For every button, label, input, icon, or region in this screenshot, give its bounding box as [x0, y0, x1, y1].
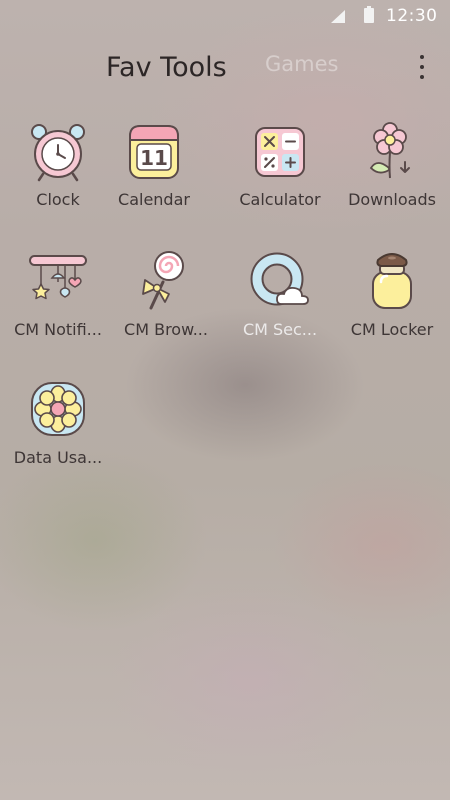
clock-icon: [31, 124, 85, 182]
lollipop-icon: [142, 251, 184, 310]
status-time: 12:30: [386, 6, 438, 26]
mobile-icon: [29, 255, 87, 300]
app-calendar[interactable]: 11 Calendar: [98, 118, 210, 209]
app-cm-brow[interactable]: CM Brow...: [110, 248, 222, 339]
app-calculator[interactable]: Calculator: [224, 118, 336, 209]
app-label: Calendar: [118, 190, 190, 209]
app-data-usa[interactable]: Data Usa...: [2, 376, 114, 467]
app-cm-locker[interactable]: CM Locker: [336, 248, 448, 339]
app-label: Data Usa...: [13, 448, 103, 467]
tab-fav-tools[interactable]: Fav Tools: [106, 52, 227, 83]
app-label: Downloads: [348, 190, 436, 209]
app-label: Calculator: [239, 190, 321, 209]
battery-icon: [364, 6, 374, 23]
status-bar: 12:30: [0, 0, 450, 32]
calendar-icon: 11: [129, 125, 179, 179]
folder-header: Fav Tools Games: [0, 40, 450, 100]
daisy-icon: [31, 382, 85, 436]
tab-games[interactable]: Games: [265, 52, 338, 76]
flower-icon: [369, 122, 410, 179]
app-label: CM Brow...: [124, 320, 208, 339]
jar-icon: [372, 253, 412, 309]
app-cm-notifi[interactable]: CM Notifi...: [2, 248, 114, 339]
app-label: CM Locker: [350, 320, 434, 339]
overflow-menu-icon[interactable]: [412, 52, 432, 82]
app-downloads[interactable]: Downloads: [336, 118, 448, 209]
app-label: CM Sec...: [242, 320, 318, 339]
app-label: CM Notifi...: [14, 320, 102, 339]
signal-icon: [331, 10, 345, 23]
calendar-icon-date: 11: [140, 146, 168, 170]
calculator-icon: [255, 127, 305, 177]
app-cm-sec[interactable]: CM Sec...: [224, 248, 336, 339]
cloud-ring-icon: [250, 252, 309, 306]
